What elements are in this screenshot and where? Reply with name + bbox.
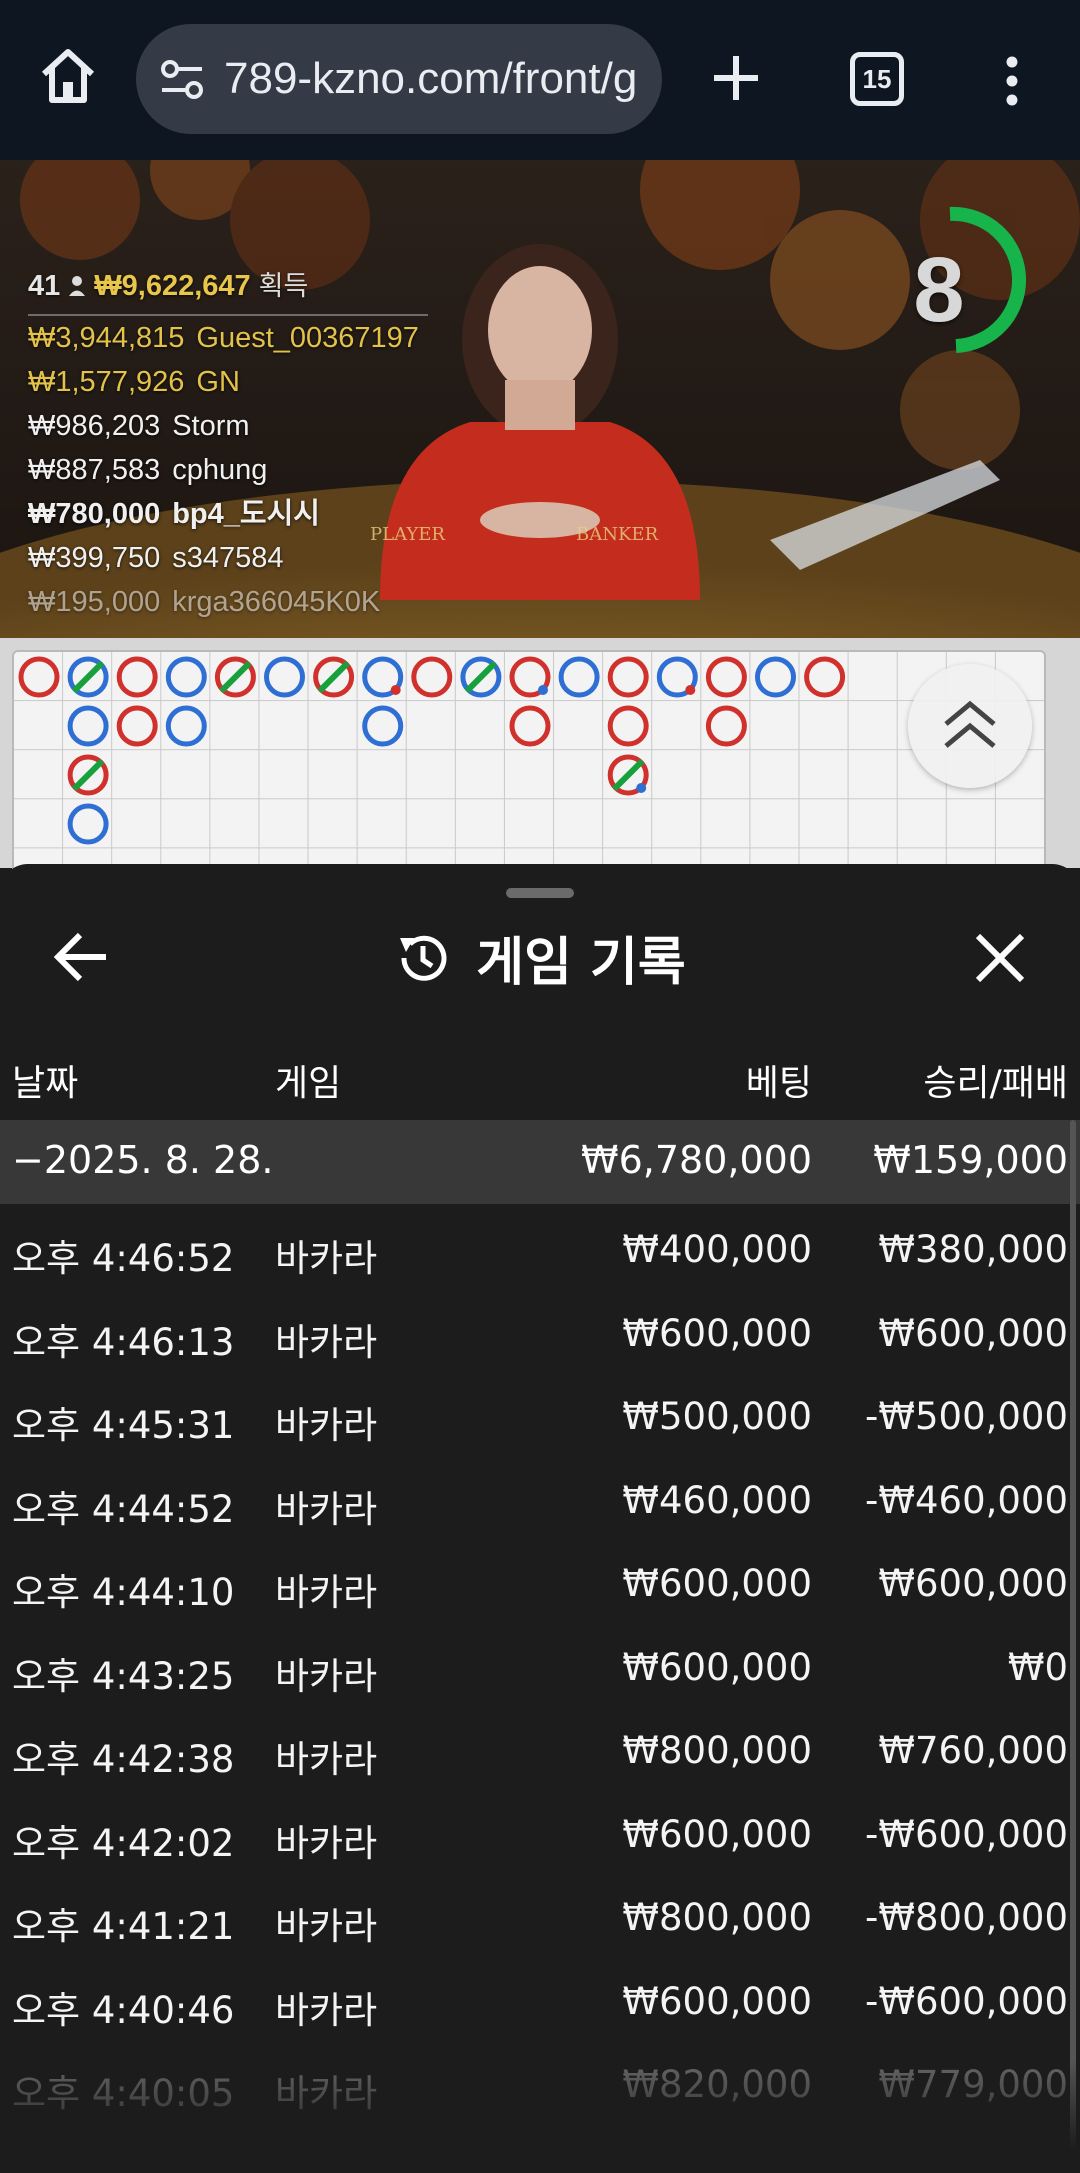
pair-dot (390, 685, 401, 695)
row-time: 오후 4:42:02 (12, 1821, 235, 1865)
row-time: 오후 4:46:52 (12, 1237, 235, 1280)
row-game: 바카라 (275, 1320, 378, 1364)
player-mark (755, 656, 796, 698)
banker-mark (607, 656, 649, 698)
banker-mark (509, 705, 551, 747)
row-bet: ₩500,000 (622, 1395, 812, 1438)
table-row[interactable]: 오후 4:46:13 바카라 ₩600,000 ₩600,000 (0, 1294, 1080, 1378)
row-result: ₩380,000 (878, 1228, 1068, 1271)
row-game: 바카라 (275, 1654, 378, 1698)
summary-result: ₩159,000 (873, 1138, 1068, 1182)
row-result: -₩600,000 (865, 1979, 1068, 2023)
sheet-drag-handle[interactable] (506, 888, 574, 898)
row-bet: ₩600,000 (622, 1812, 812, 1856)
row-result: -₩460,000 (865, 1478, 1068, 1522)
row-game: 바카라 (275, 1988, 378, 2032)
double-chevron-up-icon (944, 700, 996, 748)
row-game: 바카라 (275, 1237, 378, 1280)
player-mark (362, 705, 404, 747)
row-bet: ₩800,000 (622, 1896, 812, 1939)
row-result: -₩600,000 (865, 1812, 1068, 1856)
summary-date: −2025. 8. 28. (12, 1138, 274, 1182)
row-time: 오후 4:44:10 (12, 1571, 235, 1614)
tie-mark (71, 758, 105, 792)
table-row[interactable]: 오후 4:44:10 바카라 ₩600,000 ₩600,000 (0, 1544, 1080, 1628)
row-bet: ₩400,000 (622, 1228, 812, 1271)
date-group-summary[interactable]: −2025. 8. 28. ₩6,780,000 ₩159,000 (0, 1120, 1080, 1204)
table-header: 날짜 게임 베팅 승리/패배 (0, 1040, 1080, 1120)
table-row[interactable]: 오후 4:42:02 바카라 ₩600,000 -₩600,000 (0, 1795, 1080, 1879)
pair-dot (636, 783, 647, 793)
banker-mark (18, 656, 60, 698)
row-bet: ₩600,000 (622, 1645, 812, 1689)
row-time: 오후 4:44:52 (12, 1487, 235, 1531)
banker-mark (705, 656, 747, 698)
row-result: -₩500,000 (865, 1395, 1068, 1438)
player-mark (558, 656, 600, 698)
row-bet: ₩600,000 (622, 1311, 812, 1355)
row-time: 오후 4:42:38 (12, 1738, 235, 1781)
banker-mark (411, 656, 453, 698)
table-row[interactable]: 오후 4:43:25 바카라 ₩600,000 ₩0 (0, 1628, 1080, 1712)
table-row[interactable]: 오후 4:41:21 바카라 ₩800,000 -₩800,000 (0, 1878, 1080, 1962)
row-time: 오후 4:46:13 (12, 1320, 235, 1364)
sheet-title-text: 게임 기록 (476, 933, 686, 993)
row-bet: ₩600,000 (622, 1562, 812, 1605)
row-game: 바카라 (275, 1487, 378, 1531)
row-game: 바카라 (275, 1821, 378, 1865)
player-mark (264, 656, 305, 698)
pair-dot (538, 685, 548, 695)
banker-mark (116, 656, 158, 698)
player-mark (67, 803, 109, 845)
tie-mark (71, 660, 105, 694)
row-game: 바카라 (275, 1738, 378, 1781)
scrollbar[interactable] (1070, 1120, 1076, 2173)
row-result: ₩600,000 (878, 1562, 1068, 1605)
row-result: -₩800,000 (865, 1896, 1068, 1939)
table-row[interactable]: 오후 4:42:38 바카라 ₩800,000 ₩760,000 (0, 1711, 1080, 1795)
close-icon[interactable] (970, 928, 1030, 988)
table-row[interactable]: 오후 4:44:52 바카라 ₩460,000 -₩460,000 (0, 1461, 1080, 1545)
row-time: 오후 4:40:46 (12, 1988, 235, 2032)
pair-dot (685, 685, 696, 695)
row-bet: ₩600,000 (622, 1979, 812, 2023)
column-header-bet: 베팅 (745, 1063, 812, 1104)
row-bet: ₩460,000 (622, 1478, 812, 1522)
player-mark (165, 705, 207, 747)
row-result: ₩760,000 (878, 1729, 1068, 1772)
table-row[interactable]: 오후 4:40:46 바카라 ₩600,000 -₩600,000 (0, 1962, 1080, 2046)
tie-mark (219, 660, 252, 694)
list-fade (0, 2060, 1080, 2173)
row-time: 오후 4:41:21 (12, 1905, 235, 1948)
tie-mark (317, 660, 350, 694)
history-rows: 오후 4:46:52 바카라 ₩400,000 ₩380,000 오후 4:46:13 바… (0, 1210, 1080, 2129)
scroll-up-button[interactable] (908, 664, 1032, 788)
row-bet: ₩800,000 (622, 1729, 812, 1772)
column-header-date: 날짜 (12, 1063, 79, 1104)
banker-mark (804, 656, 846, 698)
row-game: 바카라 (275, 1404, 378, 1447)
column-header-game: 게임 (275, 1063, 342, 1104)
banker-mark (705, 705, 747, 747)
banker-mark (607, 705, 649, 747)
table-row[interactable]: 오후 4:46:52 바카라 ₩400,000 ₩380,000 (0, 1210, 1080, 1294)
row-game: 바카라 (275, 1905, 378, 1948)
player-mark (67, 705, 109, 747)
player-mark (165, 656, 207, 698)
row-result: ₩600,000 (878, 1311, 1068, 1355)
history-icon (400, 935, 447, 981)
banker-mark (116, 705, 158, 747)
row-time: 오후 4:45:31 (12, 1404, 235, 1447)
sheet-title: 게임 기록 (0, 920, 1080, 995)
roadmap-marks (18, 656, 846, 845)
row-time: 오후 4:43:25 (12, 1654, 235, 1698)
table-row[interactable]: 오후 4:45:31 바카라 ₩500,000 -₩500,000 (0, 1377, 1080, 1461)
column-header-result: 승리/패배 (923, 1063, 1068, 1104)
row-result: ₩0 (1007, 1645, 1068, 1689)
tie-mark (464, 660, 498, 694)
summary-bet: ₩6,780,000 (581, 1138, 812, 1182)
row-game: 바카라 (275, 1571, 378, 1614)
